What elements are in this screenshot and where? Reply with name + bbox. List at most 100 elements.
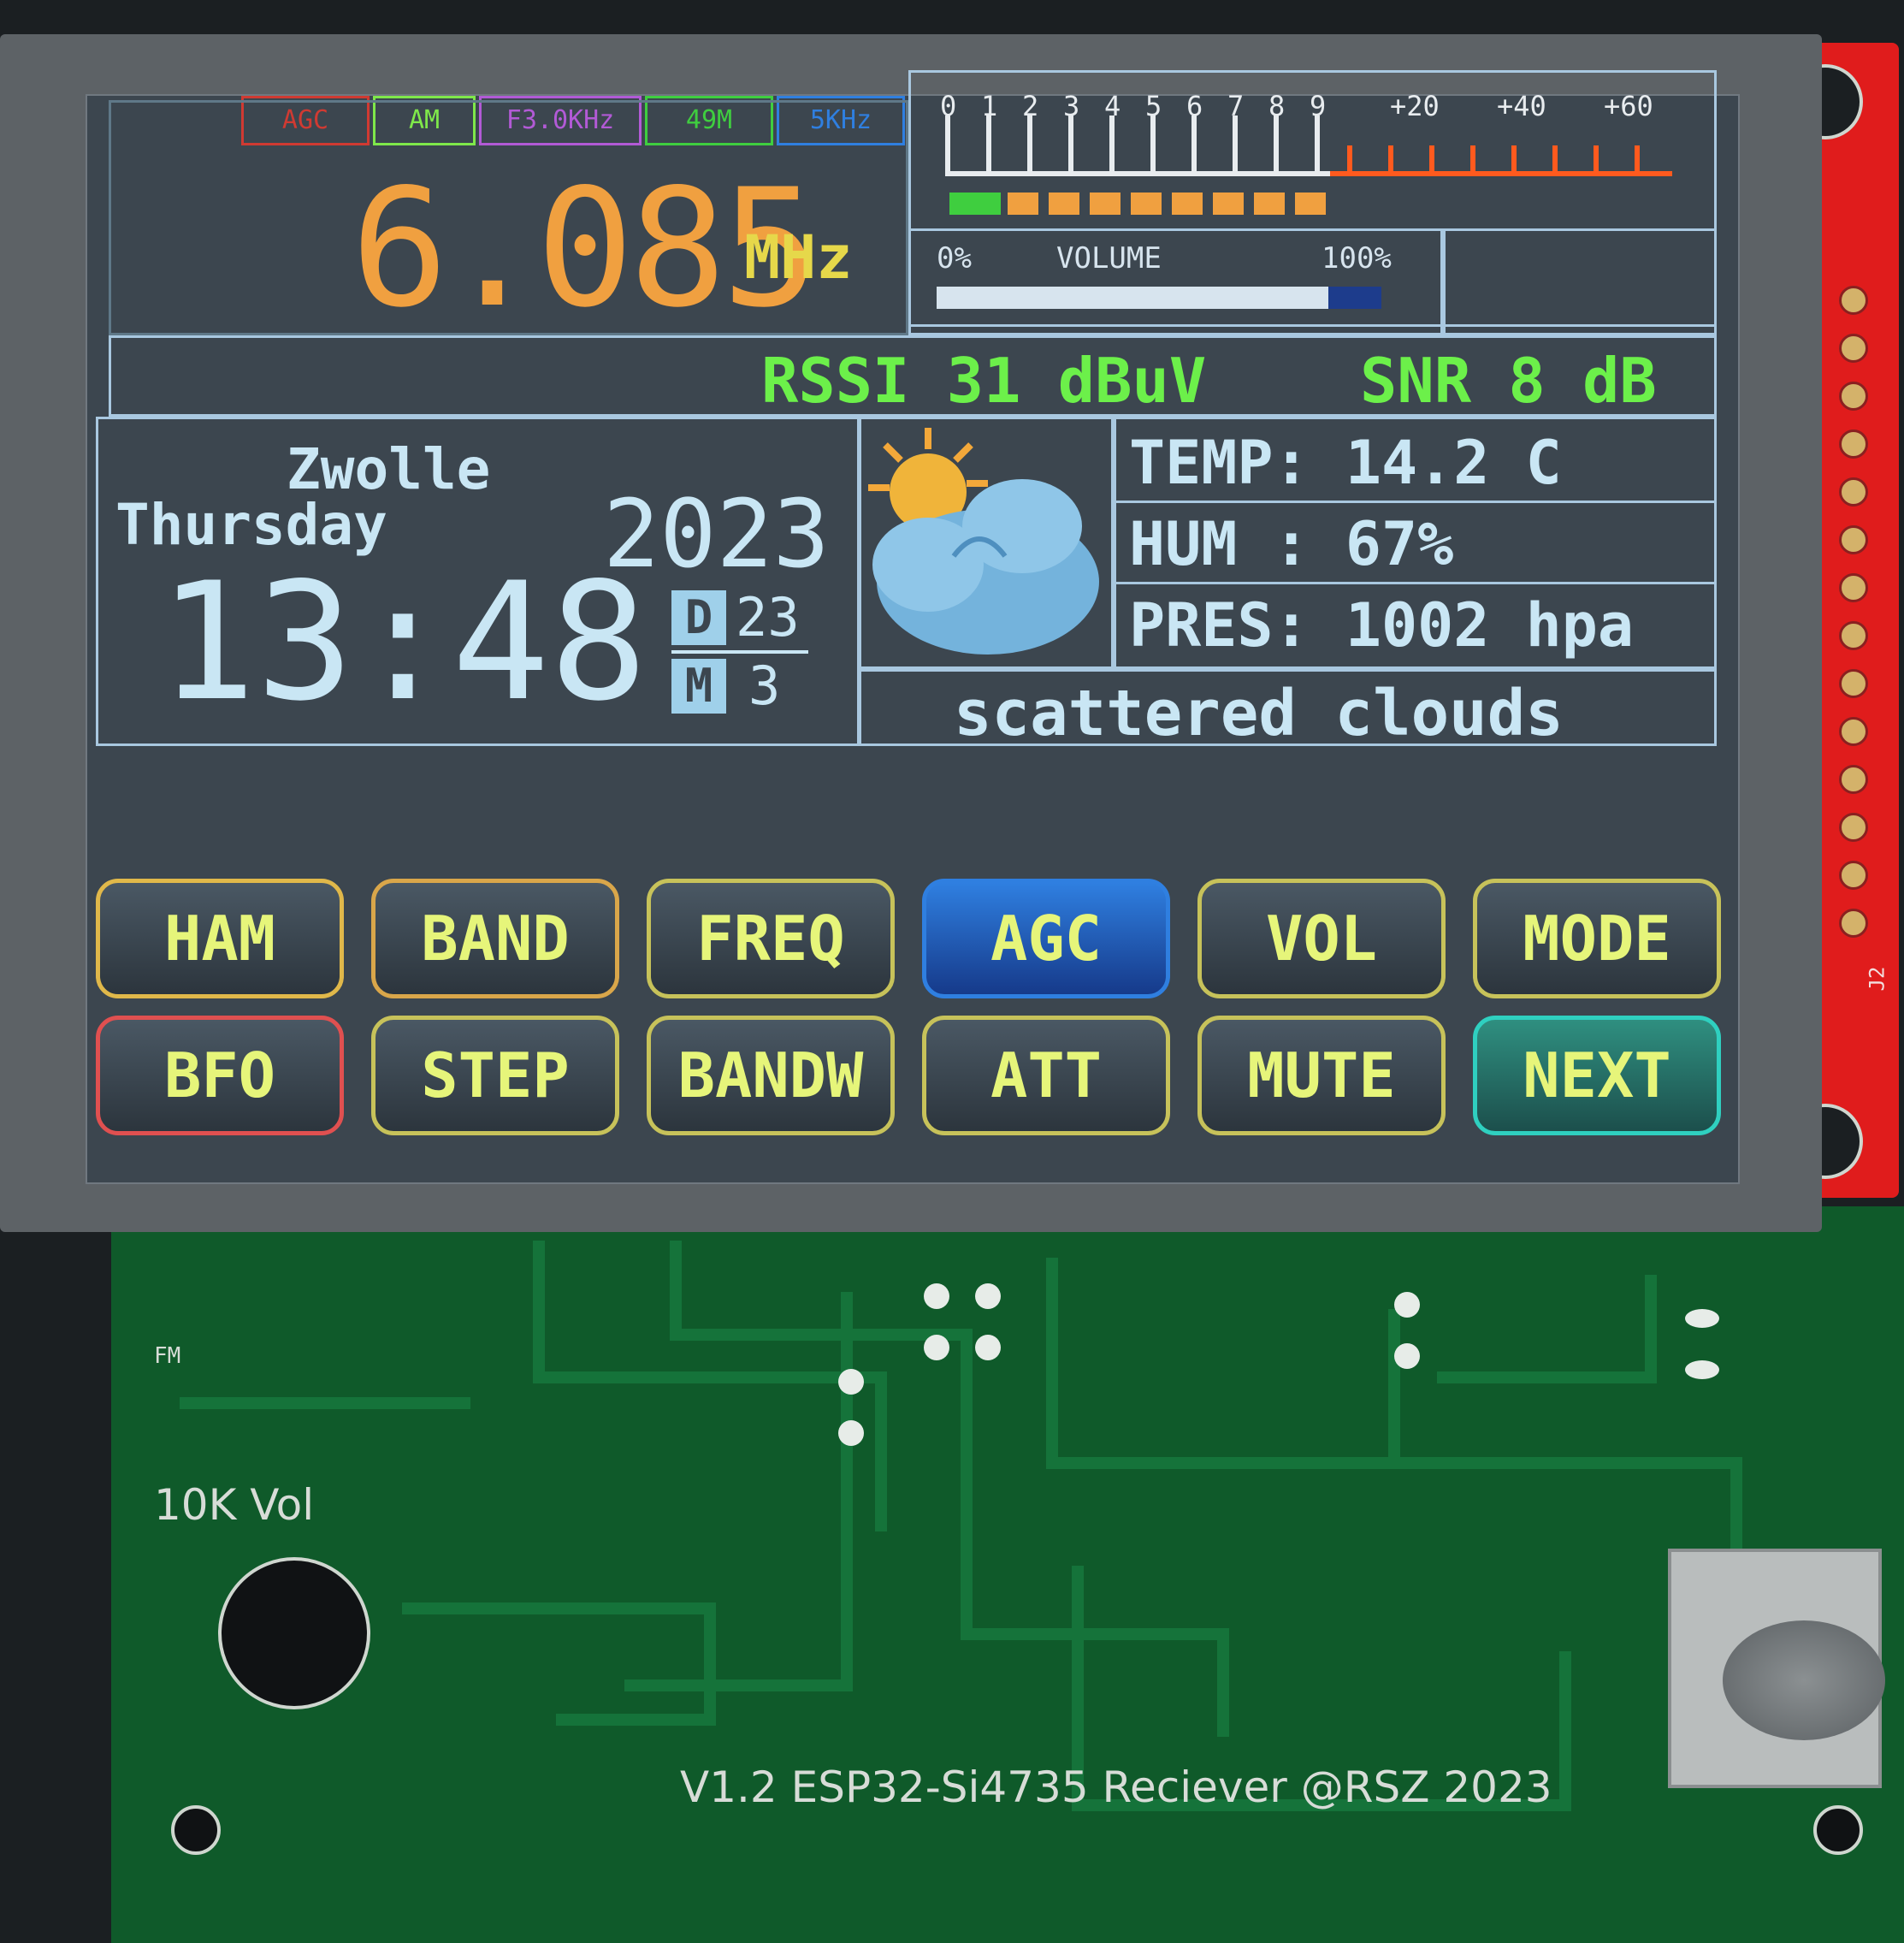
band-button[interactable]: BAND: [371, 879, 619, 998]
s-meter-tick: [945, 116, 950, 175]
s-meter-overload-tick: [1429, 145, 1434, 171]
month-tag: M: [671, 659, 726, 714]
s-meter-overload-tick: [1470, 145, 1475, 171]
s-meter-segment-orange: [1295, 193, 1326, 215]
pcb-traces: [180, 1241, 1742, 1811]
s-meter-overload-tick: [1347, 145, 1352, 171]
control-buttons: HAM BAND FREQ AGC VOL MODE BFO STEP BANDW ATT MUTE…: [96, 879, 1721, 1161]
header-pin-pad: [1839, 861, 1868, 890]
corner-hole: [1813, 1805, 1863, 1855]
header-pin-pad: [1839, 525, 1868, 554]
vol-button[interactable]: VOL: [1197, 879, 1446, 998]
via: [1394, 1292, 1420, 1318]
s-meter-tick: [1068, 116, 1073, 175]
encoder-shaft[interactable]: [1723, 1620, 1885, 1740]
header-pin-pad: [1839, 717, 1868, 746]
header-pin-pad: [1839, 573, 1868, 602]
s-meter-label: 8: [1268, 90, 1286, 122]
s-meter-label: 1: [981, 90, 998, 122]
s-meter-baseline: [945, 171, 1330, 176]
weather-data-panel: TEMP: 14.2 C HUM : 67% PRES: 1002 hpa: [1114, 417, 1717, 669]
humidity: HUM : 67%: [1129, 509, 1454, 579]
weather-description: scattered clouds: [954, 677, 1564, 750]
agc-button[interactable]: AGC: [922, 879, 1170, 998]
s-meter-segment-orange: [1172, 193, 1203, 215]
clock-panel: Zwolle Thursday 2023 13:48 D 23 M 3: [96, 417, 861, 746]
fm-label: FM: [154, 1343, 181, 1369]
s-meter-tick: [1109, 116, 1115, 175]
s-meter-plus-label: +20: [1390, 90, 1440, 122]
s-meter-segment-orange: [1131, 193, 1162, 215]
att-button[interactable]: ATT: [922, 1016, 1170, 1135]
bandw-button[interactable]: BANDW: [647, 1016, 895, 1135]
header-pin-pad: [1839, 909, 1868, 938]
s-meter-plus-label: +60: [1604, 90, 1653, 122]
date-divider: [671, 650, 808, 654]
header-pin-pad: [1839, 429, 1868, 459]
s-meter-tick: [1150, 116, 1156, 175]
s-meter-segment-orange: [1213, 193, 1244, 215]
s-meter-scale: 0 1 2 3 4 5 6 7 8 9 +20 +40 +60: [940, 90, 1681, 176]
header-pin-pad: [1839, 669, 1868, 698]
volume-pot-label: 10K Vol: [154, 1480, 315, 1530]
via: [1685, 1309, 1719, 1328]
mode-button[interactable]: MODE: [1473, 879, 1721, 998]
volume-fill: [937, 287, 1328, 309]
signal-panel: RSSI 31 dBuV SNR 8 dB: [109, 335, 1717, 417]
next-button[interactable]: NEXT: [1473, 1016, 1721, 1135]
s-meter-segment-green: [949, 193, 1001, 215]
s-meter-tick: [1027, 116, 1032, 175]
weather-divider: [1116, 501, 1715, 503]
snr-readout: SNR 8 dB: [1360, 345, 1657, 417]
volume-min-label: 0%: [937, 241, 972, 275]
header-pin-pad: [1839, 334, 1868, 363]
mute-button[interactable]: MUTE: [1197, 1016, 1446, 1135]
weather-divider: [1116, 582, 1715, 584]
day-value: 23: [736, 586, 800, 649]
s-meter-label: 7: [1227, 90, 1245, 122]
s-meter-segment-orange: [1254, 193, 1285, 215]
bfo-button[interactable]: BFO: [96, 1016, 344, 1135]
volume-title: VOLUME: [1056, 241, 1162, 275]
mounting-hole: [218, 1557, 370, 1709]
s-meter-label: 3: [1063, 90, 1080, 122]
rotary-encoder[interactable]: [1668, 1549, 1885, 1788]
frequency-unit: MHz: [744, 222, 853, 293]
ham-button[interactable]: HAM: [96, 879, 344, 998]
header-pin-pad: [1839, 813, 1868, 842]
s-meter-overload-tick: [1511, 145, 1517, 171]
via: [838, 1369, 864, 1395]
rssi-readout: RSSI 31 dBuV: [761, 345, 1207, 417]
pressure: PRES: 1002 hpa: [1129, 590, 1635, 661]
month-value: 3: [748, 655, 781, 717]
header-id: J2: [1865, 966, 1889, 992]
frequency-panel: 6.085 MHz: [109, 100, 908, 343]
s-meter-segment-orange: [1008, 193, 1038, 215]
volume-max-label: 100%: [1322, 241, 1392, 275]
time: 13:48: [158, 548, 647, 737]
volume-panel: 0% VOLUME 100%: [908, 228, 1443, 335]
weather-icon-panel: [857, 417, 1114, 669]
s-meter-overload-tick: [1552, 145, 1558, 171]
s-meter-tick: [986, 116, 991, 175]
s-meter-tick: [1274, 116, 1279, 175]
s-meter-segment-orange: [1049, 193, 1079, 215]
s-meter-segment-orange: [1090, 193, 1121, 215]
volume-track[interactable]: [937, 287, 1381, 309]
s-meter-label: 2: [1022, 90, 1039, 122]
header-pin-pad: [1839, 621, 1868, 650]
weather-description-panel: scattered clouds: [857, 669, 1717, 750]
s-meter-label: 9: [1310, 90, 1327, 122]
s-meter-overload-baseline: [1330, 171, 1672, 176]
via: [975, 1283, 1001, 1309]
s-meter-bar: [949, 193, 1685, 227]
tft-screen: AGC AM F3.0KHz 49M 5KHz 6.085 MHz 0123456789…: [86, 70, 1740, 1184]
via: [975, 1335, 1001, 1360]
s-meter-label: 5: [1145, 90, 1162, 122]
step-button[interactable]: STEP: [371, 1016, 619, 1135]
s-meter-label: 6: [1186, 90, 1203, 122]
freq-button[interactable]: FREQ: [647, 879, 895, 998]
header-pin-pad: [1839, 286, 1868, 315]
partly-cloudy-icon: [868, 428, 1099, 655]
s-meter-tick: [1233, 116, 1238, 175]
